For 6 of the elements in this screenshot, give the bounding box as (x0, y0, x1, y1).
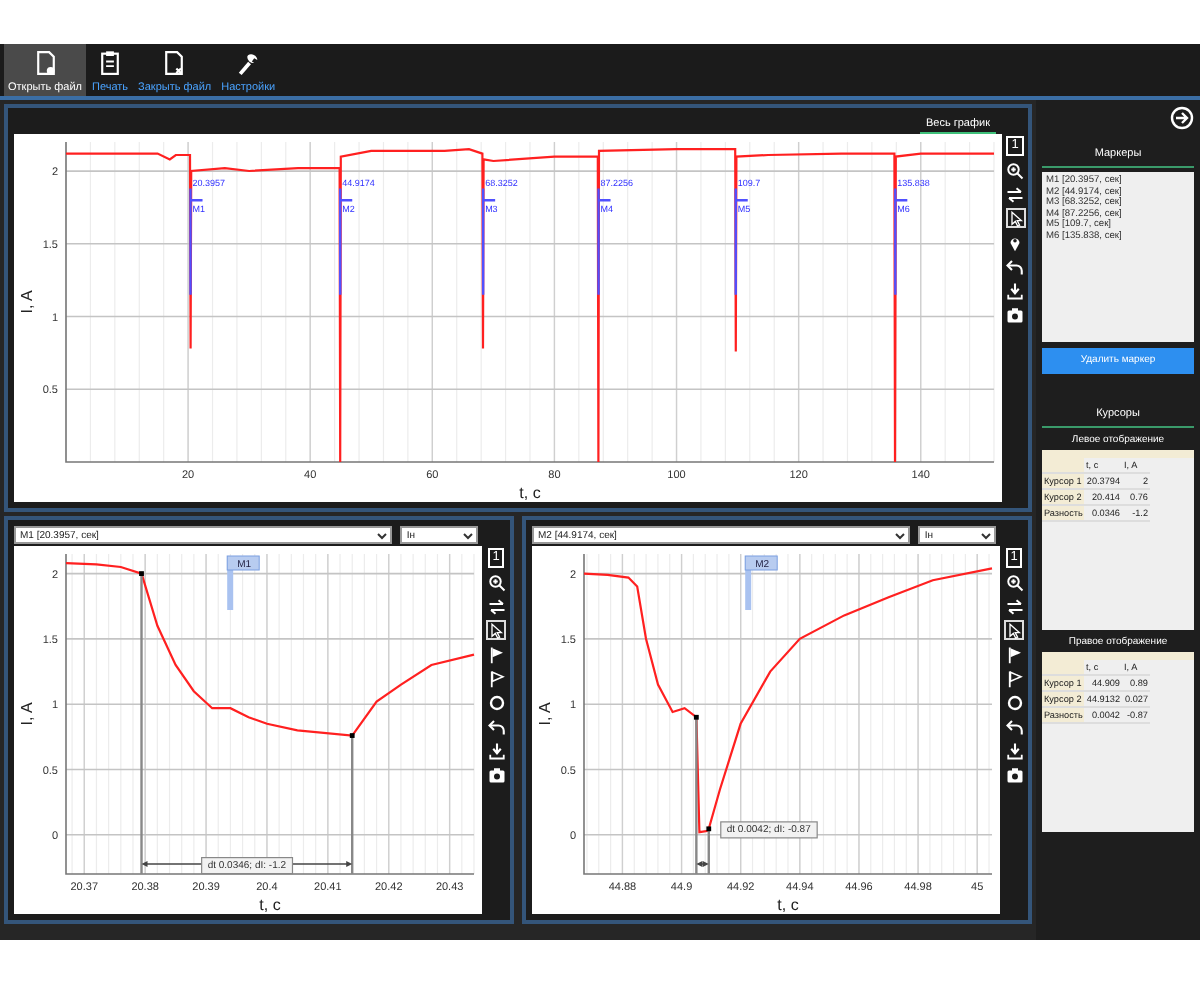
axis-label: I, A (536, 702, 554, 726)
axis-label: I, A (18, 290, 36, 314)
axis-label: t, c (259, 896, 281, 914)
axis-label: t, c (777, 896, 799, 914)
axis-label: I, A (18, 702, 36, 726)
axis-label: t, c (519, 484, 541, 502)
